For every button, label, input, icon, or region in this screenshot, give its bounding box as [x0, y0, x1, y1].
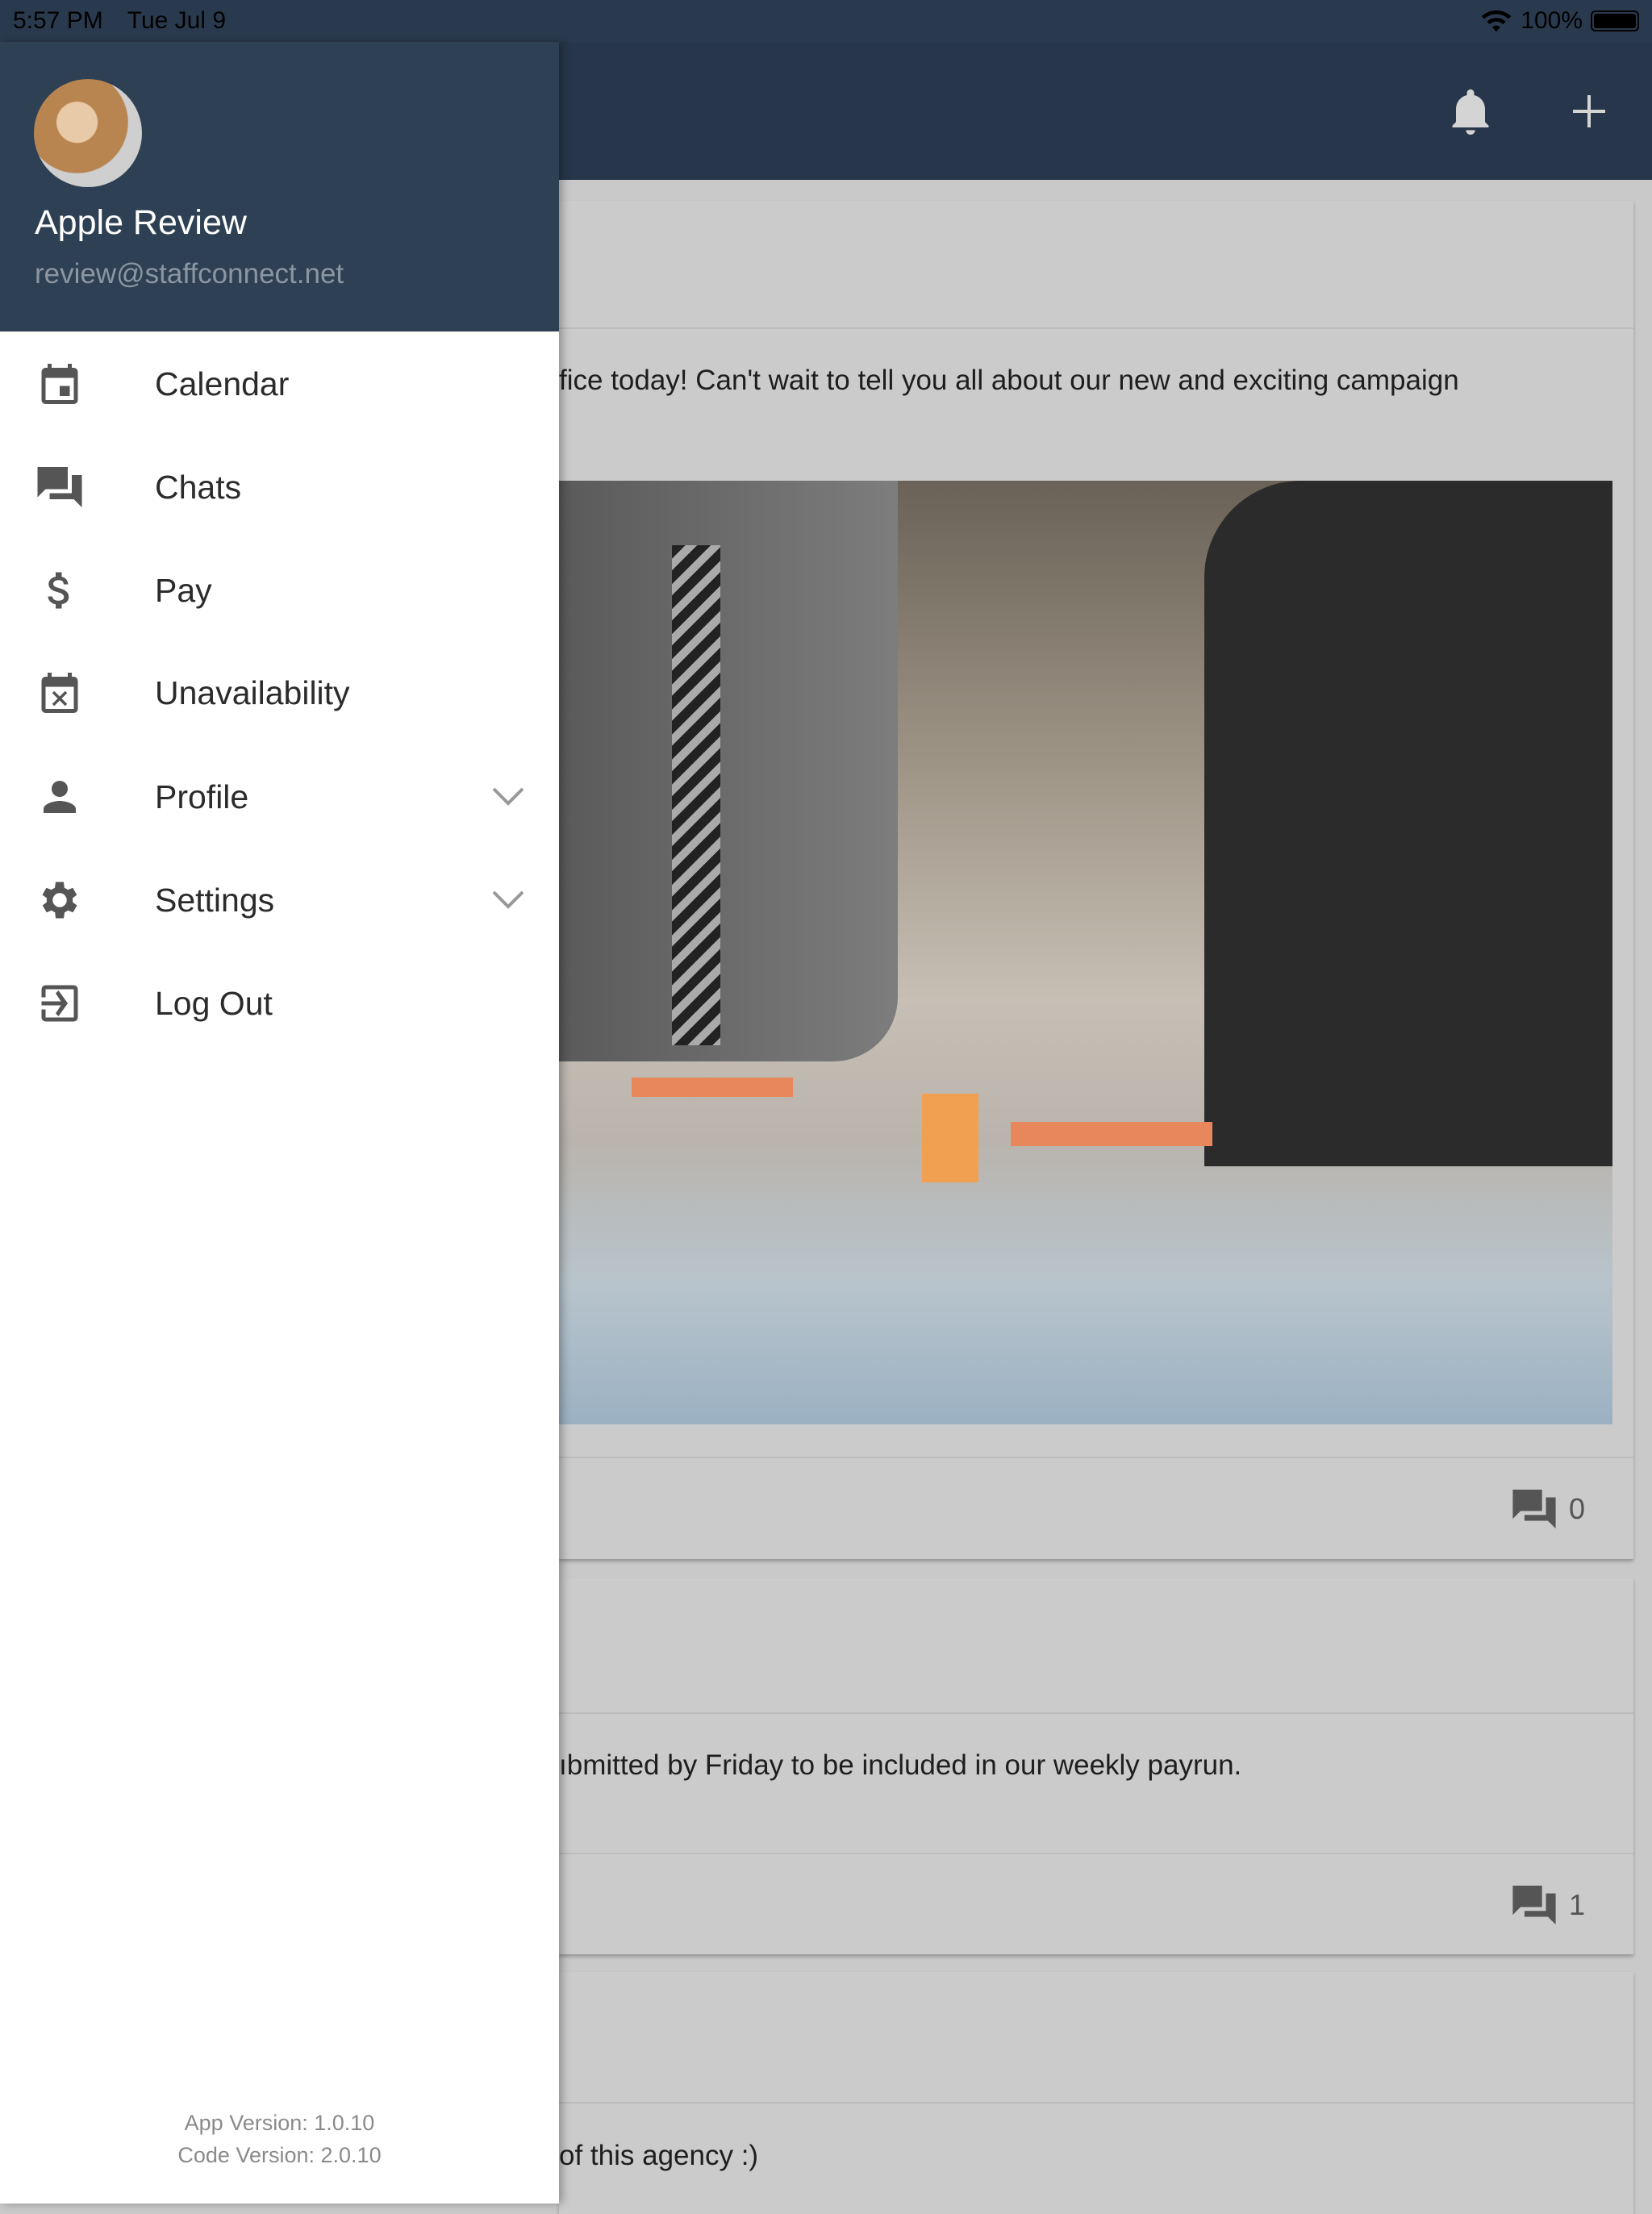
- person-icon: [44, 781, 76, 813]
- menu-item-pay[interactable]: Pay: [0, 542, 559, 639]
- calendar-x-icon: [41, 673, 78, 713]
- post-image[interactable]: [559, 481, 1612, 1424]
- calendar-icon: [41, 364, 78, 404]
- chats-icon: [37, 467, 82, 507]
- chats-icon: [1512, 1489, 1556, 1529]
- wifi-icon: [1481, 10, 1512, 32]
- status-bar: 5:57 PM Tue Jul 9 100%: [0, 0, 1652, 42]
- chevron-down-icon[interactable]: [492, 787, 524, 807]
- comment-count[interactable]: 0: [1511, 1487, 1585, 1531]
- menu-item-unavailability[interactable]: Unavailability: [0, 644, 559, 741]
- chevron-down-icon[interactable]: [492, 890, 524, 910]
- navigation-drawer: Apple Review review@staffconnect.net Cal…: [0, 42, 559, 2204]
- menu-item-calendar[interactable]: Calendar: [0, 336, 559, 432]
- post-text: fice today! Can't wait to tell you all a…: [559, 365, 1459, 396]
- feed-card[interactable]: of this agency :): [559, 1972, 1633, 2214]
- menu-item-logout[interactable]: Log Out: [0, 955, 559, 1052]
- app-version: App Version: 1.0.10: [184, 2111, 375, 2135]
- post-text: of this agency :): [559, 2140, 759, 2171]
- user-email: review@staffconnect.net: [35, 258, 344, 290]
- plus-icon[interactable]: [1570, 92, 1608, 131]
- menu-item-profile[interactable]: Profile: [0, 748, 559, 845]
- chats-icon: [1512, 1885, 1556, 1925]
- post-text: ıbmitted by Friday to be included in our…: [559, 1749, 1242, 1781]
- battery-icon: [1591, 10, 1639, 31]
- comment-count[interactable]: 1: [1511, 1883, 1585, 1927]
- menu-item-chats[interactable]: Chats: [0, 439, 559, 536]
- battery-percent: 100%: [1521, 7, 1583, 34]
- avatar[interactable]: [34, 79, 142, 187]
- dollar-icon: [48, 572, 69, 609]
- status-time: 5:57 PM: [13, 7, 103, 34]
- drawer-header: Apple Review review@staffconnect.net: [0, 42, 559, 331]
- menu-item-settings[interactable]: Settings: [0, 852, 559, 949]
- feed-card[interactable]: ıbmitted by Friday to be included in our…: [559, 1578, 1633, 1954]
- logout-icon: [41, 985, 78, 1022]
- gear-icon: [42, 882, 77, 919]
- bell-icon[interactable]: [1449, 89, 1492, 137]
- status-date: Tue Jul 9: [127, 7, 227, 34]
- feed-card[interactable]: fice today! Can't wait to tell you all a…: [559, 201, 1633, 1559]
- code-version: Code Version: 2.0.10: [177, 2143, 382, 2167]
- version-info: App Version: 1.0.10 Code Version: 2.0.10: [0, 2107, 559, 2171]
- user-name: Apple Review: [35, 203, 247, 242]
